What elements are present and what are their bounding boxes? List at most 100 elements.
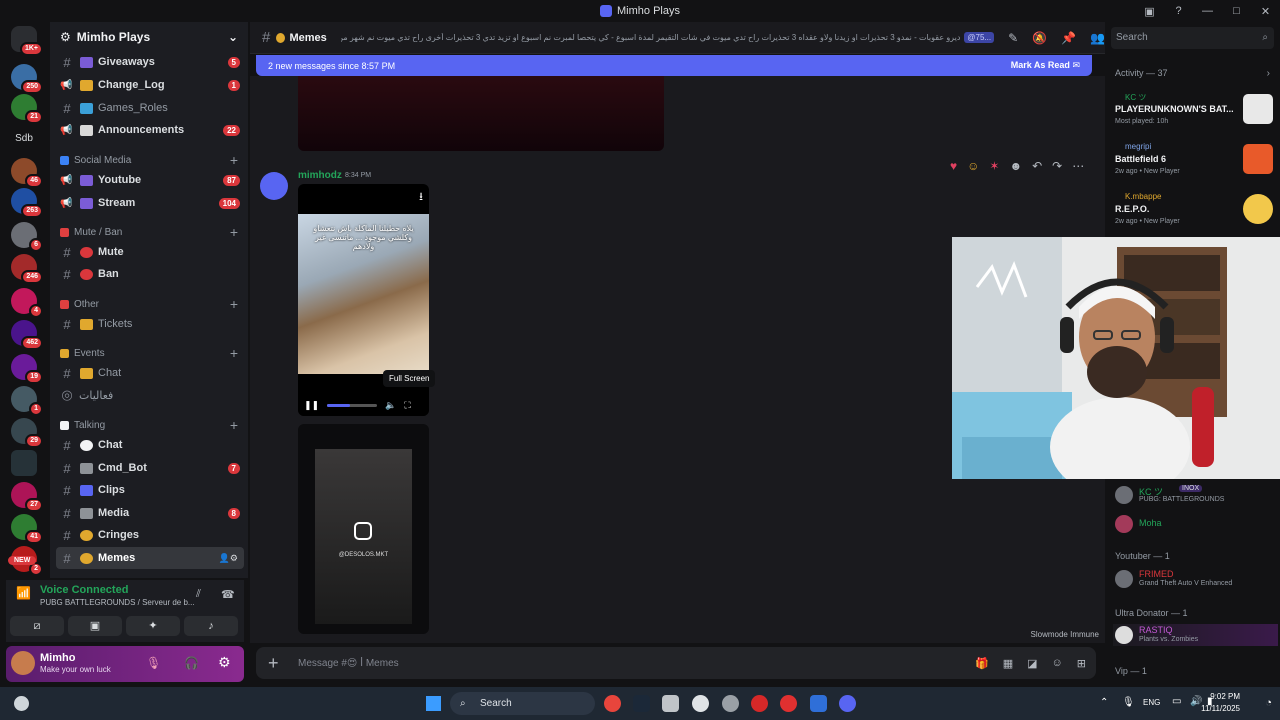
channel-youtube[interactable]: 📢 Youtube 87 [50, 169, 248, 191]
activity-card[interactable]: megripi Battlefield 6 2w ago • New Playe… [1113, 140, 1273, 184]
apps-icon[interactable]: ⊞ [1077, 657, 1086, 670]
role-mention-pill[interactable]: @75... [964, 32, 995, 43]
video-progress-bar[interactable] [327, 403, 378, 407]
heart-reaction-icon[interactable]: ♥ [950, 159, 957, 173]
direct-messages-button[interactable]: 1K+ [11, 26, 43, 56]
server-icon[interactable]: 41 [11, 514, 43, 544]
category-other[interactable]: Other + [50, 295, 248, 313]
app-icon[interactable] [662, 695, 679, 712]
deafen-icon[interactable]: 🎧 [184, 656, 199, 670]
new-messages-banner[interactable]: 2 new messages since 8:57 PM Mark As Rea… [256, 55, 1092, 76]
activities-button[interactable]: ✦ [126, 616, 180, 636]
pause-icon[interactable]: ❚❚ [304, 400, 319, 411]
mark-as-read-button[interactable]: Mark As Read ✉ [1011, 60, 1080, 71]
app-icon[interactable] [722, 695, 739, 712]
voice-status[interactable]: Voice Connected [40, 584, 128, 596]
server-icon[interactable]: 246 [11, 254, 43, 284]
app-icon[interactable] [751, 695, 768, 712]
server-icon[interactable]: 6 [11, 222, 43, 252]
category-talking[interactable]: Talking + [50, 416, 248, 434]
inbox-icon[interactable]: ▣ [1135, 5, 1164, 18]
chrome-icon[interactable] [604, 695, 621, 712]
activity-card[interactable]: KC ツ PLAYERUNKNOWN'S BAT... Most played:… [1113, 90, 1273, 134]
notification-icon[interactable]: ◔ [1265, 697, 1272, 709]
server-icon[interactable]: 462 [11, 320, 43, 350]
shield-icon[interactable] [810, 695, 827, 712]
help-icon[interactable]: ? [1164, 5, 1193, 17]
gift-icon[interactable]: 🎁 [975, 657, 989, 670]
camera-off-button[interactable]: ⧄ [10, 616, 64, 636]
avatar[interactable] [260, 172, 288, 200]
upload-plus-icon[interactable]: + [268, 653, 288, 674]
gif-icon[interactable]: ▦ [1003, 657, 1013, 670]
channel-announcements[interactable]: 📢 Announcements 22 [50, 119, 248, 141]
add-channel-icon[interactable]: + [230, 417, 238, 433]
widgets-icon[interactable] [14, 696, 29, 711]
server-icon[interactable]: 19 [11, 354, 43, 384]
add-channel-icon[interactable]: + [230, 296, 238, 312]
download-icon[interactable]: ⭳ [419, 188, 423, 207]
guild-header[interactable]: ⚙ Mimho Plays ⌄ [50, 22, 248, 52]
username[interactable]: Mimho [40, 652, 75, 664]
server-icon[interactable]: 29 [11, 418, 43, 448]
channel-memes-active[interactable]: # Memes 👤⚙ [56, 547, 244, 569]
emoji-reaction-icon[interactable]: ✶ [989, 159, 999, 173]
channel-tickets[interactable]: # Tickets [50, 313, 248, 335]
close-button[interactable]: ✕ [1251, 5, 1280, 18]
member-list-icon[interactable]: 👥 [1090, 31, 1105, 45]
channel-stream[interactable]: 📢 Stream 104 [50, 192, 248, 214]
message-author[interactable]: mimhodz [298, 170, 342, 181]
add-channel-icon[interactable]: + [230, 152, 238, 168]
channel-topic[interactable]: ديرو عقوبات - نمدو 3 تحذيرات او زيدنا ول… [341, 33, 961, 42]
sticker-icon[interactable]: ◪ [1027, 657, 1037, 670]
notification-bell-icon[interactable]: 🔕 [1032, 31, 1047, 45]
language-indicator[interactable]: ENG [1143, 698, 1160, 707]
avatar[interactable] [11, 651, 35, 675]
category-social-media[interactable]: Social Media + [50, 151, 248, 169]
pin-icon[interactable]: 📌 [1061, 31, 1076, 45]
member-item[interactable]: FRIMED Grand Theft Auto V Enhanced [1113, 568, 1278, 590]
activity-card[interactable]: K.mbappe R.E.P.O. 2w ago • New Player [1113, 190, 1273, 234]
channel-clips[interactable]: # Clips [50, 479, 248, 501]
channel-mute[interactable]: # Mute [50, 241, 248, 263]
threads-icon[interactable]: ✎ [1008, 31, 1018, 45]
soundboard-button[interactable]: ♪ [184, 616, 238, 636]
category-events[interactable]: Events + [50, 344, 248, 362]
minimize-button[interactable]: — [1193, 5, 1222, 17]
server-icon[interactable]: 250 [11, 64, 43, 94]
channel-cmd-bot[interactable]: # Cmd_Bot 7 [50, 457, 248, 479]
chevron-right-icon[interactable]: › [1267, 68, 1270, 79]
laugh-reaction-icon[interactable]: ☺ [967, 159, 979, 173]
channel-events-chat[interactable]: # Chat [50, 362, 248, 384]
user-settings-icon[interactable]: ⚙ [218, 654, 231, 671]
message-composer[interactable]: + Message #😍 ꟾ Memes 🎁 ▦ ◪ ☺ ⊞ [256, 647, 1096, 679]
microphone-icon[interactable]: 🎙 [1122, 697, 1135, 708]
member-item[interactable]: Moha [1113, 513, 1278, 535]
windows-start-icon[interactable] [426, 696, 441, 711]
disconnect-icon[interactable]: ☎ [221, 588, 235, 601]
channel-change-log[interactable]: 📢 Change_Log 1 [50, 74, 248, 96]
member-item[interactable]: KC ツ INOX PUBG: BATTLEGROUNDS [1113, 484, 1278, 506]
discord-icon[interactable] [839, 695, 856, 712]
server-icon[interactable]: 1 [11, 386, 43, 416]
volume-icon[interactable]: 🔈 [385, 400, 396, 411]
server-icon[interactable]: 27 [11, 482, 43, 512]
taskbar-search[interactable]: ⌕ Search [450, 692, 595, 715]
add-channel-icon[interactable]: + [230, 224, 238, 240]
channel-media[interactable]: # Media 8 [50, 502, 248, 524]
channel-giveaways[interactable]: # Giveaways 5 [50, 51, 248, 73]
clock[interactable]: 9:02 PM 11/11/2025 [1201, 691, 1240, 715]
add-channel-icon[interactable]: + [230, 345, 238, 361]
fullscreen-icon[interactable]: ⛶ [404, 400, 410, 411]
channel-games-roles[interactable]: # Games_Roles [50, 97, 248, 119]
reply-icon[interactable]: ↶ [1032, 159, 1042, 173]
opera-icon[interactable] [780, 695, 797, 712]
server-icon[interactable]: 263 [11, 188, 43, 218]
server-icon[interactable]: 4 [11, 288, 43, 318]
channel-chat[interactable]: # Chat [50, 434, 248, 456]
category-mute-ban[interactable]: Mute / Ban + [50, 223, 248, 241]
server-icon[interactable] [11, 450, 37, 476]
forward-icon[interactable]: ↷ [1052, 159, 1062, 173]
add-reaction-icon[interactable]: ☻ [1009, 159, 1022, 173]
message-input[interactable]: Message #😍 ꟾ Memes [298, 658, 399, 669]
